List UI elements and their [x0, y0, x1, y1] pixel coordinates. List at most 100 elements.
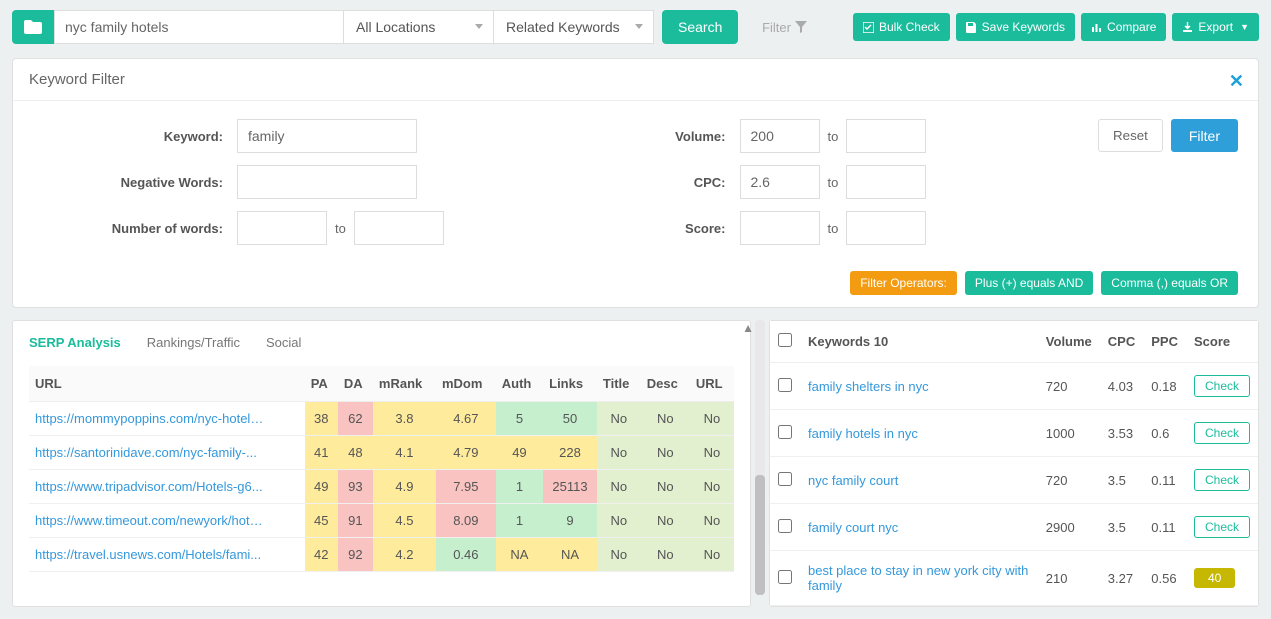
table-row: https://mommypoppins.com/nyc-hotel-fa...…	[29, 402, 734, 436]
keyword-filter-panel: Keyword Filter ✕ Keyword: Negative Words…	[12, 58, 1259, 308]
cell-auth: 49	[496, 436, 543, 470]
numwords-label: Number of words:	[103, 221, 223, 236]
col-pa[interactable]: PA	[305, 366, 338, 402]
cell-da: 91	[338, 504, 373, 538]
volume-to-input[interactable]	[846, 119, 926, 153]
filter-body: Keyword: Negative Words: Number of words…	[13, 101, 1258, 307]
save-keywords-button[interactable]: Save Keywords	[956, 13, 1075, 41]
cpc-from-input[interactable]	[740, 165, 820, 199]
cell-desc: No	[641, 402, 690, 436]
col-volume[interactable]: Volume	[1038, 321, 1100, 363]
serp-url-link[interactable]: https://mommypoppins.com/nyc-hotel-fa...	[35, 411, 265, 426]
row-checkbox[interactable]	[778, 378, 792, 392]
score-to-input[interactable]	[846, 211, 926, 245]
numwords-to-input[interactable]	[354, 211, 444, 245]
filter-toggle[interactable]: Filter	[762, 20, 807, 35]
cell-urlmatch: No	[690, 470, 734, 504]
chevron-down-icon	[635, 24, 643, 29]
serp-url-link[interactable]: https://www.timeout.com/newyork/hotel...	[35, 513, 265, 528]
keyword-link[interactable]: family court nyc	[808, 520, 898, 535]
cell-desc: No	[641, 504, 690, 538]
keyword-link[interactable]: family hotels in nyc	[808, 426, 918, 441]
volume-from-input[interactable]	[740, 119, 820, 153]
col-title[interactable]: Title	[597, 366, 641, 402]
cell-score: Check	[1186, 363, 1258, 410]
cpc-to-input[interactable]	[846, 165, 926, 199]
tab-rankings-traffic[interactable]: Rankings/Traffic	[147, 335, 240, 350]
folder-button[interactable]	[12, 10, 54, 44]
row-checkbox[interactable]	[778, 425, 792, 439]
export-button[interactable]: Export ▼	[1172, 13, 1259, 41]
scrollbar-track[interactable]	[755, 320, 765, 595]
to-label: to	[828, 129, 839, 144]
col-ppc[interactable]: PPC	[1143, 321, 1186, 363]
col-da[interactable]: DA	[338, 366, 373, 402]
table-row: best place to stay in new york city with…	[770, 551, 1258, 606]
col-links[interactable]: Links	[543, 366, 597, 402]
row-checkbox[interactable]	[778, 519, 792, 533]
scrollbar-thumb[interactable]	[755, 475, 765, 595]
check-score-button[interactable]: Check	[1194, 469, 1250, 491]
cell-desc: No	[641, 470, 690, 504]
numwords-from-input[interactable]	[237, 211, 327, 245]
check-score-button[interactable]: Check	[1194, 516, 1250, 538]
col-mdom[interactable]: mDom	[436, 366, 496, 402]
cell-volume: 2900	[1038, 504, 1100, 551]
check-score-button[interactable]: Check	[1194, 375, 1250, 397]
keyword-search-input[interactable]	[54, 10, 344, 44]
tab-social[interactable]: Social	[266, 335, 301, 350]
cell-ppc: 0.18	[1143, 363, 1186, 410]
keyword-link[interactable]: best place to stay in new york city with…	[808, 563, 1028, 593]
select-all-checkbox[interactable]	[778, 333, 792, 347]
keyword-link[interactable]: nyc family court	[808, 473, 898, 488]
serp-url-link[interactable]: https://www.tripadvisor.com/Hotels-g6...	[35, 479, 265, 494]
location-select[interactable]: All Locations	[344, 10, 494, 44]
cell-cpc: 3.53	[1100, 410, 1143, 457]
cell-mdom: 4.67	[436, 402, 496, 436]
cell-cpc: 4.03	[1100, 363, 1143, 410]
cell-mdom: 7.95	[436, 470, 496, 504]
row-checkbox[interactable]	[778, 570, 792, 584]
chart-icon	[1091, 22, 1102, 33]
col-desc[interactable]: Desc	[641, 366, 690, 402]
row-checkbox[interactable]	[778, 472, 792, 486]
negative-words-input[interactable]	[237, 165, 417, 199]
col-mrank[interactable]: mRank	[373, 366, 436, 402]
cell-cpc: 3.27	[1100, 551, 1143, 606]
cell-mdom: 8.09	[436, 504, 496, 538]
cell-da: 92	[338, 538, 373, 572]
keyword-type-select[interactable]: Related Keywords	[494, 10, 654, 44]
reset-button[interactable]: Reset	[1098, 119, 1163, 152]
compare-button[interactable]: Compare	[1081, 13, 1166, 41]
bulk-check-button[interactable]: Bulk Check	[853, 13, 950, 41]
serp-url-link[interactable]: https://santorinidave.com/nyc-family-...	[35, 445, 265, 460]
serp-table: URL PA DA mRank mDom Auth Links Title De…	[29, 366, 734, 572]
cell-mrank: 4.5	[373, 504, 436, 538]
keyword-input[interactable]	[237, 119, 417, 153]
cell-da: 93	[338, 470, 373, 504]
serp-url-link[interactable]: https://travel.usnews.com/Hotels/fami...	[35, 547, 265, 562]
cell-score: Check	[1186, 410, 1258, 457]
cell-pa: 42	[305, 538, 338, 572]
compare-label: Compare	[1107, 20, 1156, 34]
col-keywords[interactable]: Keywords 10	[800, 321, 1038, 363]
close-panel-button[interactable]: ✕	[1229, 71, 1244, 92]
col-urlmatch[interactable]: URL	[690, 366, 734, 402]
cell-title: No	[597, 402, 641, 436]
apply-filter-button[interactable]: Filter	[1171, 119, 1238, 152]
col-auth[interactable]: Auth	[496, 366, 543, 402]
collapse-arrow-icon[interactable]: ▲	[742, 321, 754, 335]
cell-urlmatch: No	[690, 504, 734, 538]
check-score-button[interactable]: Check	[1194, 422, 1250, 444]
cell-mrank: 4.9	[373, 470, 436, 504]
search-button[interactable]: Search	[662, 10, 738, 44]
col-score[interactable]: Score	[1186, 321, 1258, 363]
score-from-input[interactable]	[740, 211, 820, 245]
score-badge: 40	[1194, 568, 1235, 588]
col-cpc[interactable]: CPC	[1100, 321, 1143, 363]
tab-serp-analysis[interactable]: SERP Analysis	[29, 335, 121, 350]
keywords-table: Keywords 10 Volume CPC PPC Score family …	[770, 321, 1258, 606]
cell-ppc: 0.6	[1143, 410, 1186, 457]
keyword-link[interactable]: family shelters in nyc	[808, 379, 929, 394]
col-url[interactable]: URL	[29, 366, 305, 402]
